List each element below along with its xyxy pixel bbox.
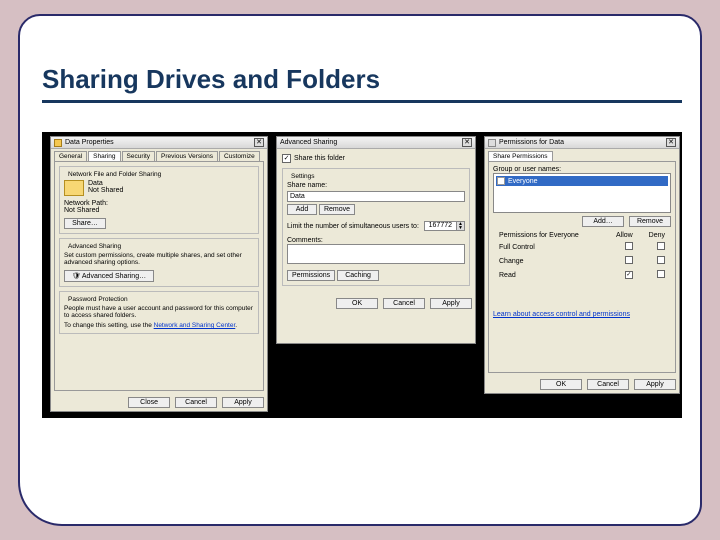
- window-data-properties: Data Properties ✕ General Sharing Securi…: [50, 136, 268, 412]
- comments-input[interactable]: [287, 244, 465, 264]
- group-advanced-sharing: Advanced Sharing Set custom permissions,…: [59, 238, 259, 287]
- share-name: Data: [88, 180, 123, 187]
- group-settings: Settings Share name: Data Add Remove Lim…: [282, 168, 470, 286]
- tab-share-permissions[interactable]: Share Permissions: [488, 151, 553, 161]
- checkbox-full-allow[interactable]: [625, 242, 633, 250]
- checkbox-read-deny[interactable]: [657, 270, 665, 278]
- network-path-label: Network Path:: [64, 200, 254, 207]
- advanced-desc: Set custom permissions, create multiple …: [64, 252, 254, 266]
- cancel-button[interactable]: Cancel: [383, 298, 425, 309]
- checkbox-read-allow[interactable]: ✓: [625, 271, 633, 279]
- close-icon[interactable]: ✕: [254, 138, 264, 147]
- checkbox-full-deny[interactable]: [657, 242, 665, 250]
- ok-button[interactable]: OK: [336, 298, 378, 309]
- checkbox-change-allow[interactable]: [625, 256, 633, 264]
- group-label: Password Protection: [66, 296, 130, 303]
- close-icon[interactable]: ✕: [462, 138, 472, 147]
- limit-users-spinner[interactable]: 167772 ▲▼: [424, 221, 465, 231]
- folder-icon: [64, 180, 84, 196]
- share-button[interactable]: Share…: [64, 218, 106, 229]
- apply-button[interactable]: Apply: [222, 397, 264, 408]
- permissions-button[interactable]: Permissions: [287, 270, 335, 281]
- password-change-text: To change this setting, use the: [64, 322, 154, 329]
- col-allow: Allow: [606, 232, 637, 239]
- permissions-for-label: Permissions for Everyone: [495, 232, 604, 239]
- close-button[interactable]: Close: [128, 397, 170, 408]
- titlebar: Advanced Sharing ✕: [277, 137, 475, 149]
- window-permissions: Permissions for Data ✕ Share Permissions…: [484, 136, 680, 394]
- permissions-table: Permissions for Everyone Allow Deny Full…: [493, 230, 671, 283]
- apply-button[interactable]: Apply: [430, 298, 472, 309]
- row-change: Change: [495, 255, 604, 267]
- remove-user-button[interactable]: Remove: [629, 216, 671, 227]
- user-list[interactable]: Everyone: [493, 173, 671, 213]
- window-advanced-sharing: Advanced Sharing ✕ ✓Share this folder Se…: [276, 136, 476, 344]
- window-icon: [488, 139, 496, 147]
- group-user-names-label: Group or user names:: [493, 166, 671, 173]
- share-name-label: Share name:: [287, 182, 465, 189]
- password-desc: People must have a user account and pass…: [64, 305, 254, 319]
- window-title: Permissions for Data: [499, 139, 666, 146]
- apply-button[interactable]: Apply: [634, 379, 676, 390]
- link-network-sharing-center[interactable]: Network and Sharing Center: [154, 322, 236, 329]
- comments-label: Comments:: [287, 237, 465, 244]
- tab-security[interactable]: Security: [122, 151, 155, 161]
- checkbox-change-deny[interactable]: [657, 256, 665, 264]
- close-icon[interactable]: ✕: [666, 138, 676, 147]
- link-learn-permissions[interactable]: Learn about access control and permissio…: [493, 311, 630, 318]
- title-rule: [42, 100, 682, 103]
- share-status: Not Shared: [88, 187, 123, 194]
- tab-general[interactable]: General: [54, 151, 87, 161]
- network-path: Not Shared: [64, 207, 254, 214]
- row-full-control: Full Control: [495, 241, 604, 253]
- group-network-sharing: Network File and Folder Sharing Data Not…: [59, 166, 259, 234]
- caching-button[interactable]: Caching: [337, 270, 379, 281]
- col-deny: Deny: [639, 232, 669, 239]
- row-read: Read: [495, 269, 604, 281]
- titlebar: Permissions for Data ✕: [485, 137, 679, 149]
- add-share-button[interactable]: Add: [287, 204, 317, 215]
- group-password-protection: Password Protection People must have a u…: [59, 291, 259, 334]
- folder-icon: [54, 139, 62, 147]
- group-label: Settings: [289, 173, 317, 180]
- user-icon: [497, 177, 505, 185]
- tab-sharing[interactable]: Sharing: [88, 151, 120, 161]
- tab-customize[interactable]: Customize: [219, 151, 260, 161]
- group-label: Network File and Folder Sharing: [66, 171, 163, 178]
- titlebar: Data Properties ✕: [51, 137, 267, 149]
- chevron-down-icon[interactable]: ▼: [456, 226, 464, 230]
- add-user-button[interactable]: Add…: [582, 216, 624, 227]
- tab-previous-versions[interactable]: Previous Versions: [156, 151, 218, 161]
- share-name-input[interactable]: Data: [287, 191, 465, 202]
- limit-users-label: Limit the number of simultaneous users t…: [287, 223, 420, 230]
- share-this-folder-checkbox[interactable]: ✓Share this folder: [282, 154, 470, 163]
- list-item[interactable]: Everyone: [496, 176, 668, 186]
- ok-button[interactable]: OK: [540, 379, 582, 390]
- window-title: Advanced Sharing: [280, 139, 462, 146]
- cancel-button[interactable]: Cancel: [587, 379, 629, 390]
- window-title: Data Properties: [65, 139, 254, 146]
- cancel-button[interactable]: Cancel: [175, 397, 217, 408]
- group-label: Advanced Sharing: [66, 243, 123, 250]
- advanced-sharing-button[interactable]: 🛡Advanced Sharing…: [64, 270, 154, 282]
- page-title: Sharing Drives and Folders: [42, 64, 380, 95]
- remove-share-button[interactable]: Remove: [319, 204, 355, 215]
